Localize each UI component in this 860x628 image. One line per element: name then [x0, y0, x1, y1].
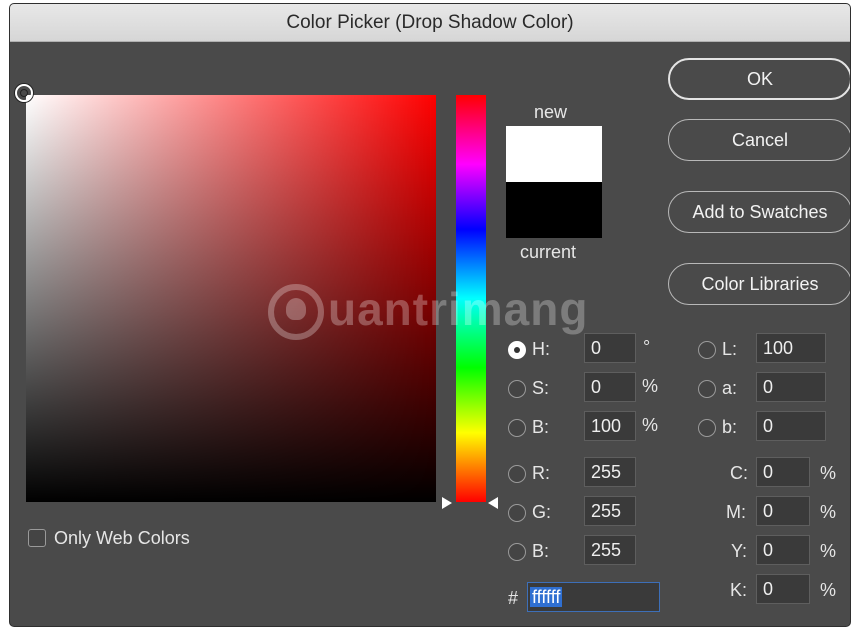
red-input[interactable]: 255	[584, 457, 636, 487]
red-label: R:	[532, 463, 550, 483]
color-libraries-button[interactable]: Color Libraries	[668, 263, 850, 305]
lightness-label: L:	[722, 339, 738, 359]
cyan-label: C:	[730, 463, 748, 483]
radio-lightness[interactable]	[698, 341, 716, 359]
radio-red[interactable]	[508, 465, 526, 483]
color-picker-dialog: Color Picker (Drop Shadow Color) new cur…	[10, 4, 850, 626]
cyan-unit: %	[820, 463, 837, 483]
radio-a-channel[interactable]	[698, 380, 716, 398]
only-web-colors-checkbox[interactable]	[28, 529, 46, 547]
yellow-label: Y:	[731, 541, 748, 561]
hex-value: ffffff	[530, 587, 563, 607]
hex-input[interactable]: ffffff	[527, 582, 660, 612]
saturation-input[interactable]: 0	[584, 372, 636, 402]
ok-button[interactable]: OK	[668, 58, 850, 100]
radio-hue[interactable]	[508, 341, 526, 359]
add-to-swatches-button[interactable]: Add to Swatches	[668, 191, 850, 233]
green-label: G:	[532, 502, 552, 522]
yellow-input[interactable]: 0	[756, 535, 810, 565]
blue-input[interactable]: 255	[584, 535, 636, 565]
radio-brightness[interactable]	[508, 419, 526, 437]
only-web-colors-label[interactable]: Only Web Colors	[54, 528, 190, 549]
green-input[interactable]: 255	[584, 496, 636, 526]
window-title: Color Picker (Drop Shadow Color)	[10, 4, 850, 42]
blue-label: B:	[532, 541, 550, 561]
magenta-unit: %	[820, 502, 837, 522]
lightness-input[interactable]: 100	[756, 333, 826, 363]
brightness-unit: %	[642, 415, 659, 435]
magenta-label: M:	[726, 502, 746, 522]
current-label: current	[520, 242, 577, 262]
b-channel-label: b:	[722, 417, 738, 437]
new-color-swatch	[506, 126, 602, 182]
hue-input[interactable]: 0	[584, 333, 636, 363]
current-color-swatch[interactable]	[506, 182, 602, 238]
black-label: K:	[730, 580, 748, 600]
black-input[interactable]: 0	[756, 574, 810, 604]
black-unit: %	[820, 580, 837, 600]
hue-slider-right-arrow-icon[interactable]	[488, 497, 498, 509]
saturation-unit: %	[642, 376, 659, 396]
lightbulb-icon	[286, 298, 306, 320]
radio-blue[interactable]	[508, 543, 526, 561]
a-channel-input[interactable]: 0	[756, 372, 826, 402]
radio-green[interactable]	[508, 504, 526, 522]
a-channel-label: a:	[722, 378, 738, 398]
brightness-input[interactable]: 100	[584, 411, 636, 441]
saturation-label: S:	[532, 378, 550, 398]
radio-b-channel[interactable]	[698, 419, 716, 437]
hue-slider-left-arrow-icon[interactable]	[442, 497, 452, 509]
hex-label: #	[508, 588, 519, 608]
hue-unit: °	[643, 337, 651, 357]
yellow-unit: %	[820, 541, 837, 561]
cyan-input[interactable]: 0	[756, 457, 810, 487]
new-label: new	[534, 102, 568, 122]
b-channel-input[interactable]: 0	[756, 411, 826, 441]
magenta-input[interactable]: 0	[756, 496, 810, 526]
radio-saturation[interactable]	[508, 380, 526, 398]
cancel-button[interactable]: Cancel	[668, 119, 850, 161]
brightness-label: B:	[532, 417, 550, 437]
hue-label: H:	[532, 339, 550, 359]
color-field-cursor[interactable]	[15, 84, 33, 102]
watermark-text: uantrimang	[328, 283, 589, 335]
